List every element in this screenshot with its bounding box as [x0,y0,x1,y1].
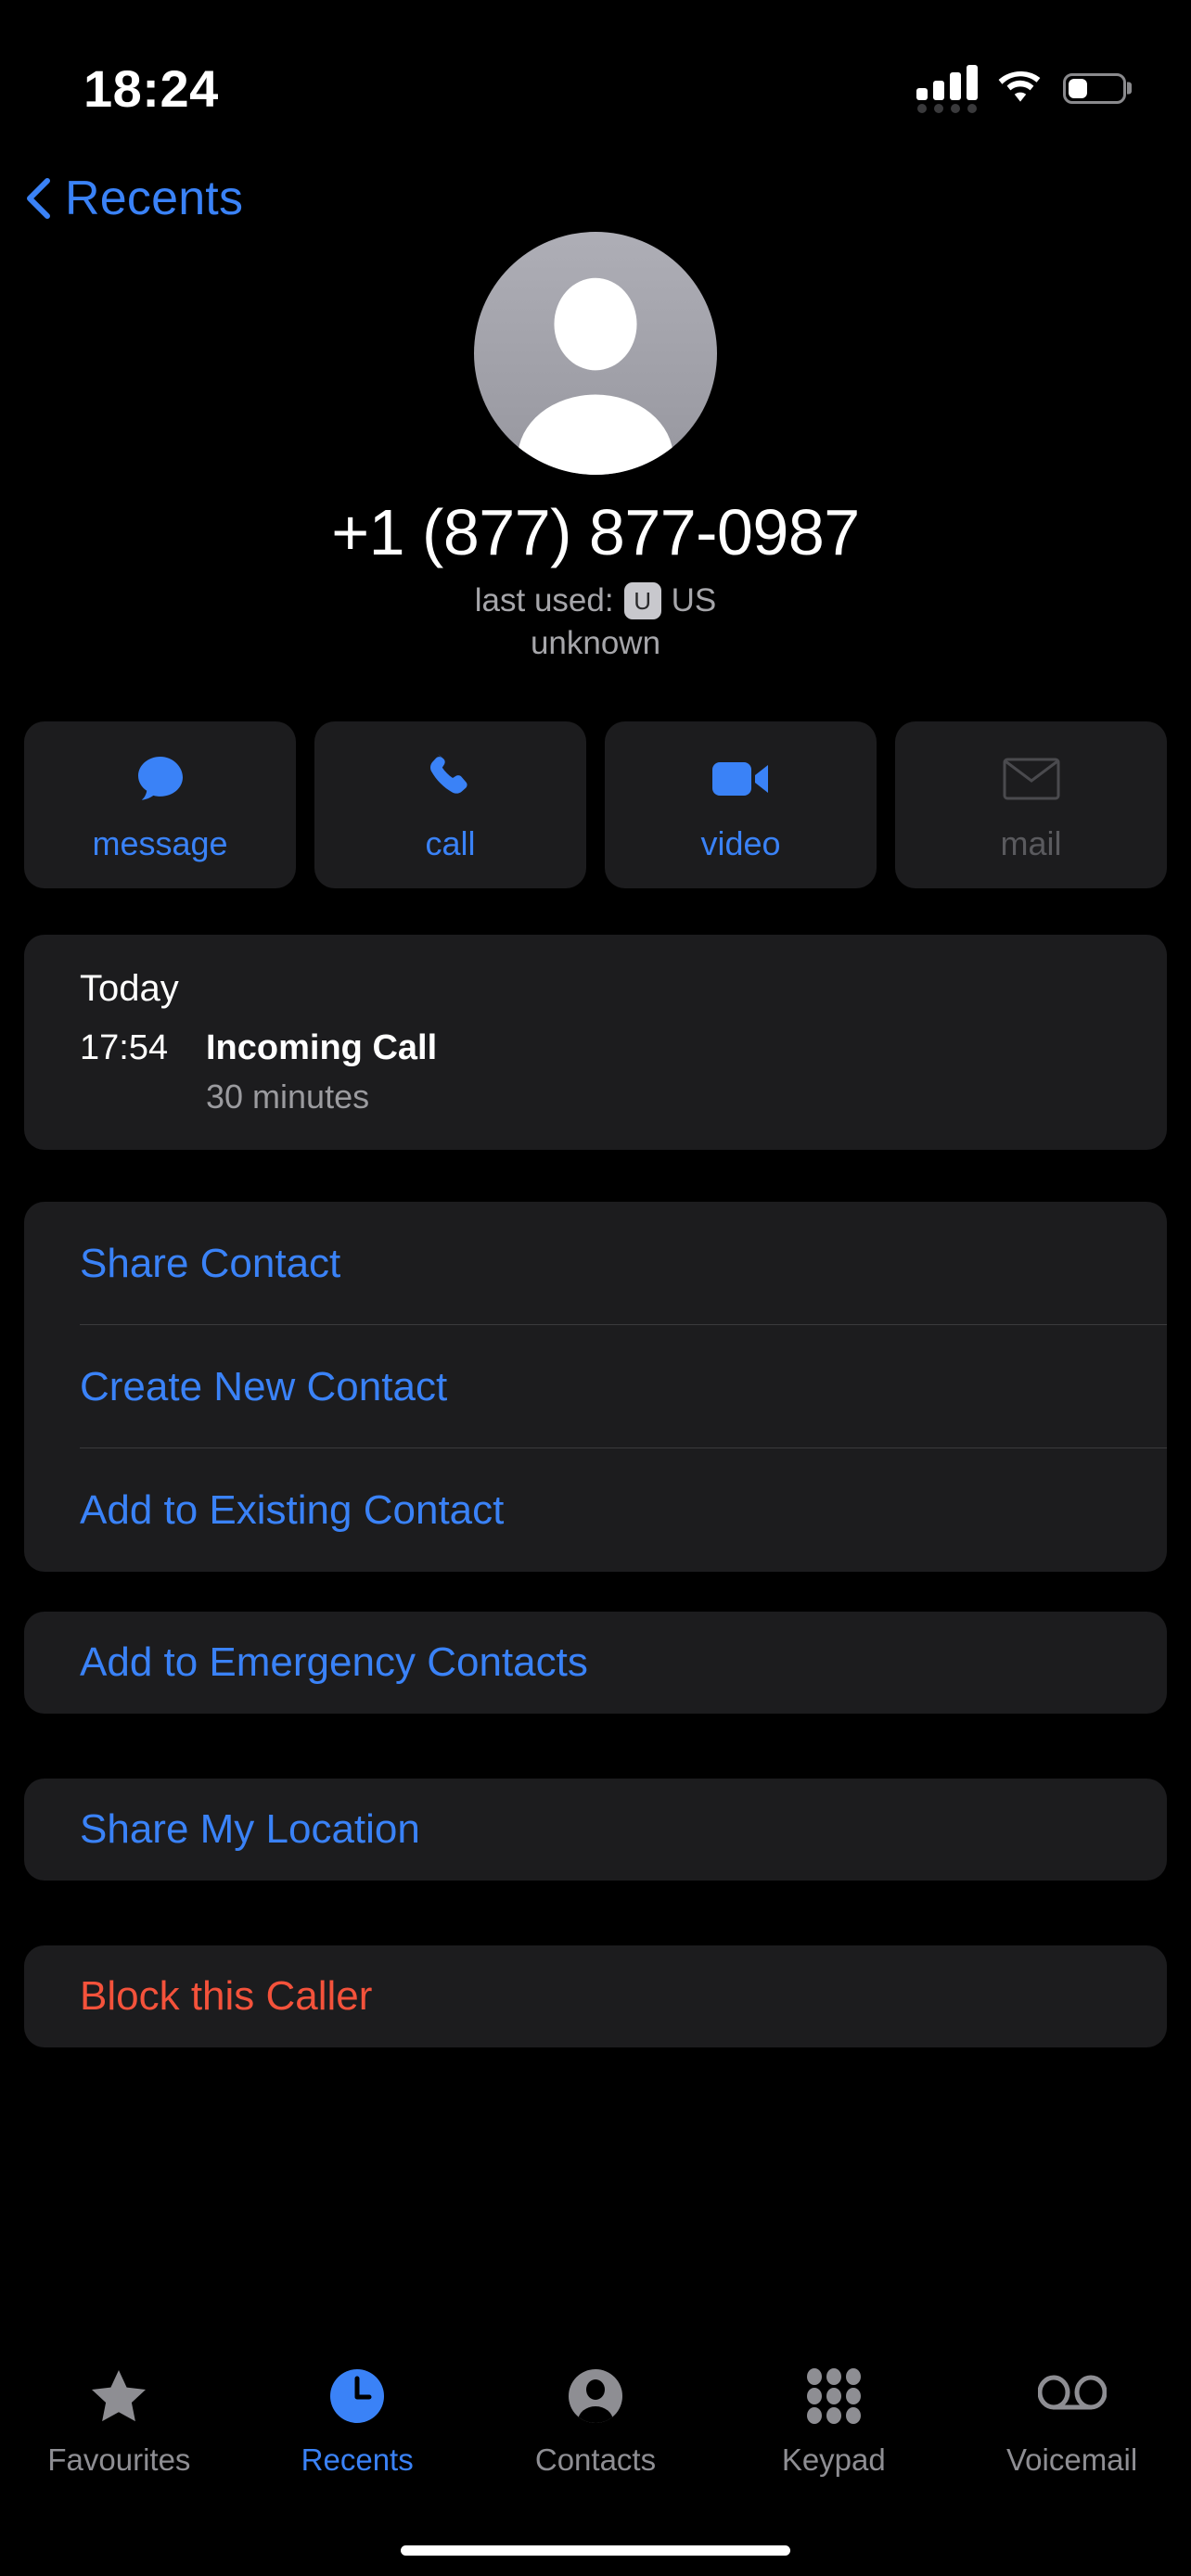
call-history-day: Today [80,968,179,1009]
call-history-row: 17:54 Incoming Call [80,1028,1167,1068]
tab-contacts[interactable]: Contacts [477,2363,715,2478]
back-button[interactable]: Recents [26,171,243,226]
tab-voicemail[interactable]: Voicemail [953,2363,1191,2478]
status-bar: 18:24 [0,0,1191,139]
tab-keypad[interactable]: Keypad [714,2363,953,2478]
share-contact-row[interactable]: Share Contact [24,1202,1167,1325]
quick-actions-row: message call video mail [24,721,1167,888]
home-indicator[interactable] [401,2545,790,2556]
tab-bar: Favourites Recents Contacts Keypad Voice… [0,2337,1191,2576]
keypad-icon [806,2363,862,2429]
tab-contacts-label: Contacts [534,2442,657,2477]
status-bar-indicators [916,63,1126,113]
call-history-duration: 30 minutes [206,1078,370,1116]
carrier-badge: U [623,582,661,619]
share-my-location-label: Share My Location [80,1806,420,1852]
voicemail-icon [1037,2363,1107,2429]
chevron-left-icon [27,178,50,219]
add-emergency-contacts-card[interactable]: Add to Emergency Contacts [24,1612,1167,1714]
phone-app-screen: 18:24 Recents +1 (877) 877-0987 last use… [0,0,1191,2576]
tab-favourites[interactable]: Favourites [0,2363,238,2478]
tab-favourites-label: Favourites [47,2442,191,2477]
call-button-label: call [425,824,476,862]
call-history-card: Today 17:54 Incoming Call 30 minutes [24,935,1167,1150]
back-button-label: Recents [65,172,244,225]
message-bubble-icon [131,746,190,811]
tab-voicemail-label: Voicemail [1005,2442,1138,2477]
block-caller-card[interactable]: Block this Caller [24,1945,1167,2047]
share-contact-label: Share Contact [80,1240,341,1286]
wifi-icon [998,71,1041,102]
message-button[interactable]: message [24,721,296,888]
contact-actions-card: Share Contact Create New Contact Add to … [24,1202,1167,1572]
block-caller-label: Block this Caller [80,1973,373,2019]
envelope-icon [1003,746,1060,811]
person-avatar-icon[interactable] [474,232,717,475]
phone-number: +1 (877) 877-0987 [331,496,860,568]
last-used-label: last used: [474,582,614,618]
navigation-bar: Recents [0,156,1191,241]
add-to-existing-contact-label: Add to Existing Contact [80,1486,505,1533]
video-camera-icon [711,746,772,811]
last-used-line: last used: U US [0,582,1191,619]
mail-button-label: mail [1000,824,1062,862]
share-my-location-card[interactable]: Share My Location [24,1779,1167,1881]
tab-recents[interactable]: Recents [238,2363,477,2478]
country-label: US [671,582,717,618]
tab-recents-label: Recents [301,2442,414,2477]
status-bar-clock: 18:24 [83,58,219,118]
call-button[interactable]: call [314,721,586,888]
battery-icon [1063,72,1126,104]
call-history-type: Incoming Call [206,1028,438,1067]
phone-icon [422,746,480,811]
mail-button: mail [895,721,1167,888]
add-emergency-contacts-label: Add to Emergency Contacts [80,1639,588,1685]
cellular-signal-icon [916,63,978,113]
message-button-label: message [92,824,228,862]
person-icon [568,2363,623,2429]
add-to-existing-contact-row[interactable]: Add to Existing Contact [24,1448,1167,1572]
video-button-label: video [700,824,781,862]
star-icon [90,2363,147,2429]
create-new-contact-label: Create New Contact [80,1363,448,1409]
caller-identity-label: unknown [530,625,661,661]
contact-header: +1 (877) 877-0987 last used: U US unknow… [0,232,1191,662]
call-history-time: 17:54 [80,1028,169,1067]
clock-icon [328,2363,386,2429]
video-button[interactable]: video [605,721,877,888]
tab-keypad-label: Keypad [781,2442,886,2477]
create-new-contact-row[interactable]: Create New Contact [24,1325,1167,1448]
